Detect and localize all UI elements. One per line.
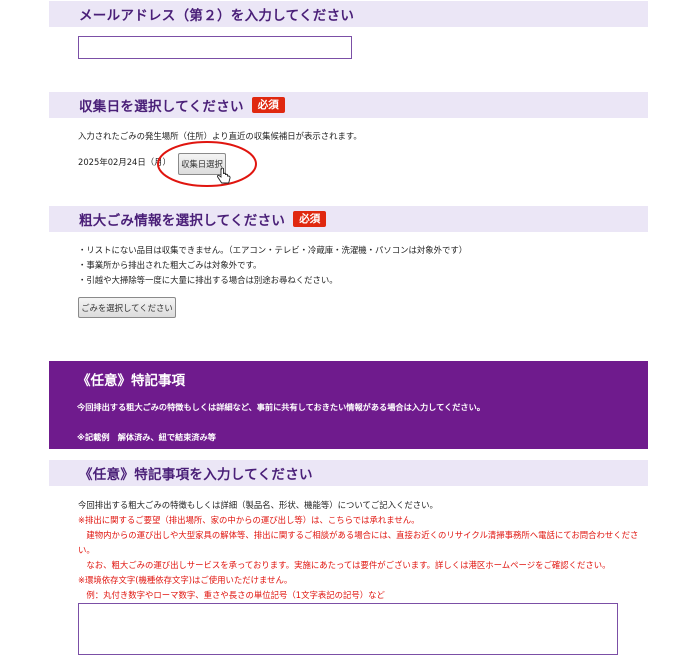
notes-line: 建物内からの運び出しや大型家具の解体等、排出に関するご相談がある場合には、直接お… <box>78 530 639 540</box>
required-badge: 必須 <box>293 211 327 227</box>
special-notes-textarea[interactable] <box>78 603 618 655</box>
collection-heading: 収集日を選択してください <box>79 99 244 115</box>
banner-title: 《任意》特記事項 <box>77 373 185 389</box>
hand-pointer-icon <box>217 168 231 184</box>
select-items-button[interactable]: ごみを選択してください <box>78 297 176 318</box>
optional-notes-banner: 《任意》特記事項 今回排出する粗大ごみの特徴もしくは詳細など、事前に共有しておき… <box>49 361 648 449</box>
items-notes: ・リストにない品目は収集できません。（エアコン・テレビ・冷蔵庫・洗濯機・パソコン… <box>78 243 467 288</box>
notes-line: い。 <box>78 545 95 555</box>
notes-line: ※環境依存文字(機種依存文字)はご使用いただけません。 <box>78 575 293 585</box>
highlight-ellipse <box>157 141 257 187</box>
optional-input-heading: 《任意》特記事項を入力してください <box>79 467 313 483</box>
optional-input-notes: 今回排出する粗大ごみの特徴もしくは詳細（製品名、形状、機能等）についてご記入くだ… <box>78 498 648 603</box>
optional-input-header: 《任意》特記事項を入力してください <box>49 460 648 486</box>
email2-input[interactable] <box>78 36 352 59</box>
items-note: ・リストにない品目は収集できません。（エアコン・テレビ・冷蔵庫・洗濯機・パソコン… <box>78 245 468 255</box>
notes-line: 今回排出する粗大ごみの特徴もしくは詳細（製品名、形状、機能等）についてご記入くだ… <box>78 500 438 510</box>
items-header: 粗大ごみ情報を選択してください 必須 <box>49 206 648 232</box>
required-badge: 必須 <box>251 97 285 113</box>
items-note: ・引越や大掃除等一度に大量に排出する場合は別途お尋ねください。 <box>78 275 338 285</box>
email2-heading: メールアドレス（第２）を入力してください <box>79 8 355 24</box>
notes-line: 例：丸付き数字やローマ数字、重さや長さの単位記号（1文字表記の記号）など <box>78 590 385 600</box>
banner-description: 今回排出する粗大ごみの特徴もしくは詳細など、事前に共有しておきたい情報がある場合… <box>77 402 485 412</box>
email2-header: メールアドレス（第２）を入力してください <box>49 1 648 27</box>
banner-example: ※記載例 解体済み、紐で結束済み等 <box>77 432 216 442</box>
notes-line: なお、粗大ごみの運び出しサービスを承っております。実施にあたっては要件がございま… <box>78 560 611 570</box>
notes-line: ※排出に関するご要望（排出場所、家の中からの運び出し等）は、こちらでは承れません… <box>78 515 420 525</box>
collection-header: 収集日を選択してください 必須 <box>49 92 648 118</box>
items-heading: 粗大ごみ情報を選択してください <box>79 213 286 229</box>
items-note: ・事業所から排出された粗大ごみは対象外です。 <box>78 260 262 270</box>
